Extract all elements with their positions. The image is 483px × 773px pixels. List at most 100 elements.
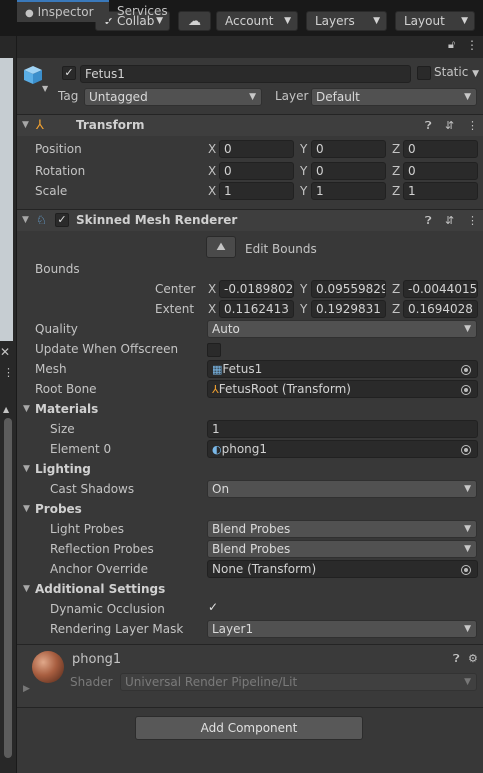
reflection-probes-dropdown[interactable]: Blend Probes ▼	[207, 540, 477, 558]
foldout-arrow-icon[interactable]: ▼	[23, 404, 30, 414]
component-enabled-checkbox[interactable]: ✓	[55, 213, 69, 227]
center-z-field[interactable]: -0.0044015	[403, 280, 478, 298]
layout-label: Layout	[404, 14, 445, 28]
layout-dropdown[interactable]: Layout ▼	[395, 11, 475, 31]
extent-y-field[interactable]: 0.1929831	[311, 300, 386, 318]
position-y-value: 0	[316, 142, 324, 156]
shader-dropdown[interactable]: Universal Render Pipeline/Lit ▼	[120, 673, 477, 691]
cast-shadows-dropdown[interactable]: On ▼	[207, 480, 477, 498]
transform-header[interactable]: ▼ ⅄ Transform ❓︎ ⇵ ⋮	[17, 114, 483, 136]
skinned-mesh-renderer-header[interactable]: ▼ ♘ ✓ Skinned Mesh Renderer ❓︎ ⇵ ⋮	[17, 209, 483, 231]
component-menu-icon[interactable]: ⋮	[467, 210, 478, 231]
element0-object-field[interactable]: ◐phong1	[207, 440, 478, 458]
add-component-button[interactable]: Add Component	[135, 716, 363, 740]
materials-label[interactable]: Materials	[35, 402, 98, 416]
help-icon[interactable]: ❓︎	[425, 115, 432, 136]
lighting-label[interactable]: Lighting	[35, 462, 91, 476]
center-y-field[interactable]: 0.09559829	[311, 280, 386, 298]
rotation-y-field[interactable]: 0	[311, 162, 386, 180]
presets-icon[interactable]: ⇵	[445, 210, 454, 231]
tab-inspector[interactable]: ● Inspector	[17, 0, 109, 22]
component-menu-icon[interactable]: ⋮	[467, 115, 478, 136]
scale-y-field[interactable]: 1	[311, 182, 386, 200]
additional-settings-label[interactable]: Additional Settings	[35, 582, 165, 596]
rotation-x-field[interactable]: 0	[219, 162, 294, 180]
foldout-arrow-icon[interactable]: ▶	[23, 684, 30, 694]
caret-down-icon: ▼	[464, 524, 471, 534]
caret-down-icon[interactable]: ▼	[42, 84, 48, 93]
foldout-arrow-icon[interactable]: ▼	[22, 210, 29, 231]
size-label: Size	[50, 422, 75, 436]
scale-x-field[interactable]: 1	[219, 182, 294, 200]
extent-y-value: 0.1929831	[316, 302, 381, 316]
tag-value: Untagged	[89, 90, 148, 104]
rendering-layer-mask-dropdown[interactable]: Layer1 ▼	[207, 620, 477, 638]
size-field[interactable]: 1	[207, 420, 478, 438]
caret-down-icon: ▼	[464, 484, 471, 494]
position-x-field[interactable]: 0	[219, 140, 294, 158]
layer-dropdown[interactable]: Default ▼	[311, 88, 477, 106]
position-y-field[interactable]: 0	[311, 140, 386, 158]
object-name-field[interactable]: Fetus1	[80, 65, 411, 83]
dynamic-occlusion-checkbox[interactable]: ✓	[208, 600, 218, 614]
axis-z-label: Z	[392, 164, 401, 178]
mesh-label: Mesh	[35, 362, 67, 376]
foldout-arrow-icon[interactable]: ▼	[23, 584, 30, 594]
foldout-arrow-icon[interactable]: ▼	[23, 464, 30, 474]
settings-gear-icon[interactable]: ⚙	[468, 652, 478, 665]
bounds-label: Bounds	[35, 262, 80, 276]
scale-z-field[interactable]: 1	[403, 182, 478, 200]
foldout-arrow-icon[interactable]: ▼	[23, 504, 30, 514]
reflection-probes-label: Reflection Probes	[50, 542, 154, 556]
update-offscreen-checkbox[interactable]	[207, 343, 221, 357]
static-label[interactable]: Static ▼	[434, 65, 479, 79]
object-picker-icon[interactable]	[461, 365, 471, 375]
extent-x-value: 0.1162413	[224, 302, 289, 316]
mesh-object-field[interactable]: ▦Fetus1	[207, 360, 478, 378]
rotation-z-field[interactable]: 0	[403, 162, 478, 180]
static-checkbox[interactable]	[417, 66, 431, 80]
more-menu-icon[interactable]: ⋮	[3, 366, 14, 379]
caret-down-icon: ▼	[464, 92, 471, 102]
tab-bar	[17, 36, 483, 58]
edit-bounds-button[interactable]: ⛰	[206, 236, 236, 258]
quality-dropdown[interactable]: Auto ▼	[207, 320, 477, 338]
tab-menu-icon[interactable]: ⋮	[466, 38, 478, 52]
active-checkbox[interactable]: ✓	[62, 66, 76, 80]
reflection-probes-value: Blend Probes	[212, 542, 291, 556]
axis-z-label: Z	[392, 184, 401, 198]
probes-label[interactable]: Probes	[35, 502, 82, 516]
object-picker-icon[interactable]	[461, 385, 471, 395]
cloud-button[interactable]: ☁	[178, 11, 211, 31]
scrollbar-thumb[interactable]	[4, 418, 12, 758]
lock-icon[interactable]: 🔓︎	[448, 38, 455, 52]
help-icon[interactable]: ❓︎	[425, 210, 432, 231]
material-preview-sphere[interactable]	[32, 651, 64, 683]
layers-dropdown[interactable]: Layers ▼	[306, 11, 387, 31]
shader-value: Universal Render Pipeline/Lit	[125, 675, 298, 689]
object-picker-icon[interactable]	[461, 565, 471, 575]
scale-label: Scale	[35, 184, 68, 198]
tab-services[interactable]: Services	[117, 0, 168, 22]
gameobject-cube-icon[interactable]	[22, 64, 44, 86]
object-picker-icon[interactable]	[461, 445, 471, 455]
tab-inspector-label: Inspector	[37, 5, 94, 19]
close-icon[interactable]: ✕	[0, 345, 12, 359]
caret-down-icon: ▼	[461, 16, 468, 26]
light-probes-dropdown[interactable]: Blend Probes ▼	[207, 520, 477, 538]
center-x-field[interactable]: -0.0189802	[219, 280, 294, 298]
axis-x-label: X	[208, 282, 217, 296]
tag-dropdown[interactable]: Untagged ▼	[84, 88, 262, 106]
anchor-override-object-field[interactable]: None (Transform)	[207, 560, 478, 578]
position-z-field[interactable]: 0	[403, 140, 478, 158]
axis-y-label: Y	[300, 302, 308, 316]
scroll-up-icon[interactable]: ▲	[3, 405, 9, 414]
axis-y-label: Y	[300, 282, 308, 296]
root-bone-object-field[interactable]: ⅄FetusRoot (Transform)	[207, 380, 478, 398]
presets-icon[interactable]: ⇵	[445, 115, 454, 136]
extent-x-field[interactable]: 0.1162413	[219, 300, 294, 318]
extent-z-field[interactable]: 0.1694028	[403, 300, 478, 318]
help-icon[interactable]: ❓︎	[453, 652, 460, 666]
foldout-arrow-icon[interactable]: ▼	[22, 115, 29, 136]
account-dropdown[interactable]: Account ▼	[216, 11, 298, 31]
